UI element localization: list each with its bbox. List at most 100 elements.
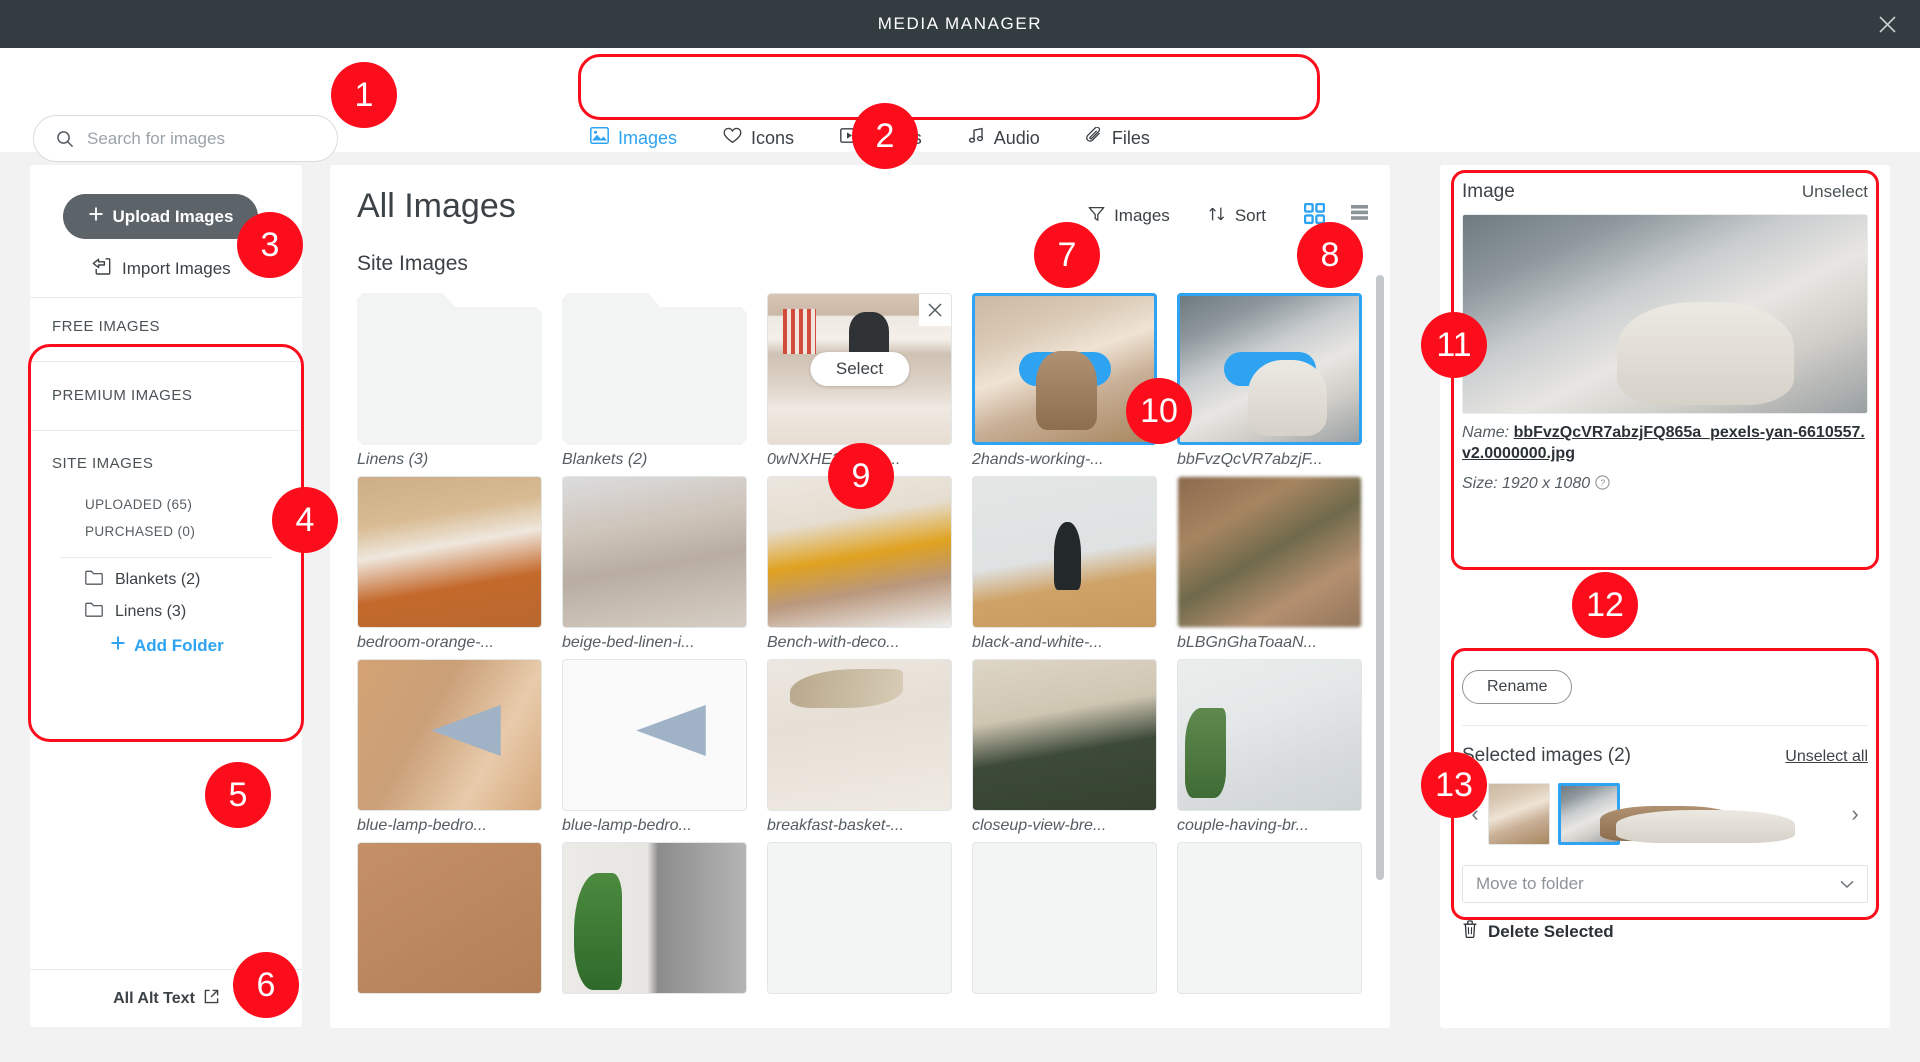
question-mark-icon[interactable]: ?: [1594, 474, 1610, 492]
image-thumb[interactable]: [1177, 659, 1362, 811]
plus-icon: [88, 206, 104, 227]
upload-images-button[interactable]: Upload Images: [63, 194, 258, 239]
image-thumb[interactable]: [357, 659, 542, 811]
sidebar-item-purchased[interactable]: PURCHASED (0): [85, 524, 195, 539]
grid-item-image[interactable]: breakfast-basket-...: [767, 659, 952, 835]
grid-item-caption: blue-lamp-bedro...: [562, 817, 692, 834]
trash-icon: [1462, 920, 1478, 943]
tab-audio[interactable]: Audio: [968, 127, 1040, 149]
image-thumb[interactable]: [767, 476, 952, 628]
tab-files[interactable]: Files: [1085, 126, 1150, 149]
grid-item-caption: bbFvzQcVR7abzjF...: [1177, 451, 1323, 468]
folder-shape-icon: [562, 293, 747, 445]
image-size-value: 1920 x 1080: [1502, 474, 1591, 492]
search-input[interactable]: Search for images: [33, 115, 338, 162]
all-alt-text-link[interactable]: All Alt Text: [30, 969, 302, 1027]
grid-item-image[interactable]: [972, 842, 1157, 994]
image-thumb[interactable]: [1177, 476, 1362, 628]
image-thumb[interactable]: [972, 476, 1157, 628]
grid-item-folder[interactable]: Blankets (2): [562, 293, 747, 469]
folder-icon: [85, 602, 103, 622]
image-thumb[interactable]: [357, 842, 542, 994]
sort-button[interactable]: Sort: [1208, 206, 1266, 227]
grid-item-image[interactable]: bedroom-orange-...: [357, 476, 542, 652]
grid-item-image[interactable]: [767, 842, 952, 994]
move-to-folder-select[interactable]: Move to folder: [1462, 865, 1868, 903]
search-placeholder: Search for images: [87, 128, 225, 148]
external-link-icon: [204, 989, 219, 1009]
sidebar-item-uploaded[interactable]: UPLOADED (65): [85, 497, 192, 512]
select-button[interactable]: Select: [809, 352, 910, 386]
tab-icons[interactable]: Icons: [723, 127, 794, 149]
image-thumb[interactable]: [767, 659, 952, 811]
svg-text:?: ?: [1600, 478, 1605, 488]
image-thumb[interactable]: [562, 476, 747, 628]
top-toolbar: Search for images Images Icons Videos Au…: [0, 48, 1920, 162]
grid-item-image-selected[interactable]: 2hands-working-...: [972, 293, 1157, 469]
unselect-button[interactable]: Unselect: [1802, 182, 1868, 202]
grid-item-image[interactable]: beige-bed-linen-i...: [562, 476, 747, 652]
title-bar: MEDIA MANAGER: [0, 0, 1920, 48]
grid-view-icon[interactable]: [1303, 202, 1326, 229]
grid-item-image[interactable]: [1177, 842, 1362, 994]
folder-shape-icon: [357, 293, 542, 445]
image-thumb[interactable]: [357, 476, 542, 628]
close-icon[interactable]: [1872, 9, 1902, 39]
grid-item-caption: bLBGnGhaToaaN...: [1177, 634, 1317, 651]
grid-item-image[interactable]: [562, 842, 747, 994]
tab-images[interactable]: Images: [590, 127, 677, 149]
image-name-row: Name: bbFvzQcVR7abzjFQ865a_pexels-yan-66…: [1462, 423, 1868, 465]
image-thumb[interactable]: [972, 842, 1157, 994]
delete-selected-label: Delete Selected: [1488, 921, 1614, 941]
add-folder-button[interactable]: Add Folder: [110, 635, 224, 656]
import-icon: [92, 257, 111, 281]
image-thumb[interactable]: [972, 293, 1157, 445]
page-title: All Images: [357, 187, 516, 225]
grid-item-image[interactable]: [357, 842, 542, 994]
image-thumb[interactable]: [562, 659, 747, 811]
image-thumb[interactable]: [767, 842, 952, 994]
import-images-button[interactable]: Import Images: [92, 257, 231, 281]
image-thumb[interactable]: Select: [767, 293, 952, 445]
selected-thumb[interactable]: [1488, 783, 1550, 845]
grid-item-image-selected[interactable]: bbFvzQcVR7abzjF...: [1177, 293, 1362, 469]
unselect-all-button[interactable]: Unselect all: [1785, 748, 1868, 766]
grid-item-image[interactable]: blue-lamp-bedro...: [357, 659, 542, 835]
grid-item-folder[interactable]: Linens (3): [357, 293, 542, 469]
right-details-panel: Image Unselect Name: bbFvzQcVR7abzjFQ865…: [1440, 165, 1890, 1028]
remove-icon[interactable]: [919, 294, 951, 326]
sidebar-folder-blankets[interactable]: Blankets (2): [85, 570, 200, 590]
grid-item-image[interactable]: Bench-with-deco...: [767, 476, 952, 652]
image-details-header: Image Unselect: [1462, 181, 1868, 203]
list-view-icon[interactable]: [1349, 203, 1370, 229]
grid-item-image[interactable]: bLBGnGhaToaaN...: [1177, 476, 1362, 652]
grid-scrollbar[interactable]: [1376, 275, 1384, 880]
grid-item-image-hover[interactable]: Select 0wNXHE3DPXta...: [767, 293, 952, 469]
main-toolbar: Images Sort: [1088, 202, 1370, 229]
image-thumb[interactable]: [1177, 842, 1362, 994]
grid-item-caption: couple-having-br...: [1177, 817, 1309, 834]
delete-selected-button[interactable]: Delete Selected: [1462, 920, 1614, 943]
carousel-next-icon[interactable]: ›: [1842, 801, 1868, 827]
import-images-label: Import Images: [122, 259, 231, 278]
selected-check-icon[interactable]: [1223, 352, 1316, 386]
rename-button[interactable]: Rename: [1462, 670, 1573, 704]
tab-videos-label: Videos: [867, 127, 922, 148]
image-details-heading: Image: [1462, 181, 1515, 202]
image-name-value[interactable]: bbFvzQcVR7abzjFQ865a_pexels-yan-6610557.…: [1462, 424, 1865, 462]
folder-thumb: [562, 293, 747, 445]
grid-item-image[interactable]: blue-lamp-bedro...: [562, 659, 747, 835]
filter-images-button[interactable]: Images: [1088, 206, 1170, 227]
grid-item-image[interactable]: closeup-view-bre...: [972, 659, 1157, 835]
selected-check-icon[interactable]: [1018, 352, 1111, 386]
carousel-prev-icon[interactable]: ‹: [1462, 801, 1488, 827]
tab-videos[interactable]: Videos: [840, 127, 922, 149]
sidebar-folder-linens[interactable]: Linens (3): [85, 602, 186, 622]
image-thumb[interactable]: [1177, 293, 1362, 445]
grid-item-image[interactable]: black-and-white-...: [972, 476, 1157, 652]
tab-icons-label: Icons: [751, 127, 795, 148]
sidebar-divider-1: [30, 297, 302, 298]
image-thumb[interactable]: [972, 659, 1157, 811]
image-thumb[interactable]: [562, 842, 747, 994]
grid-item-image[interactable]: couple-having-br...: [1177, 659, 1362, 835]
